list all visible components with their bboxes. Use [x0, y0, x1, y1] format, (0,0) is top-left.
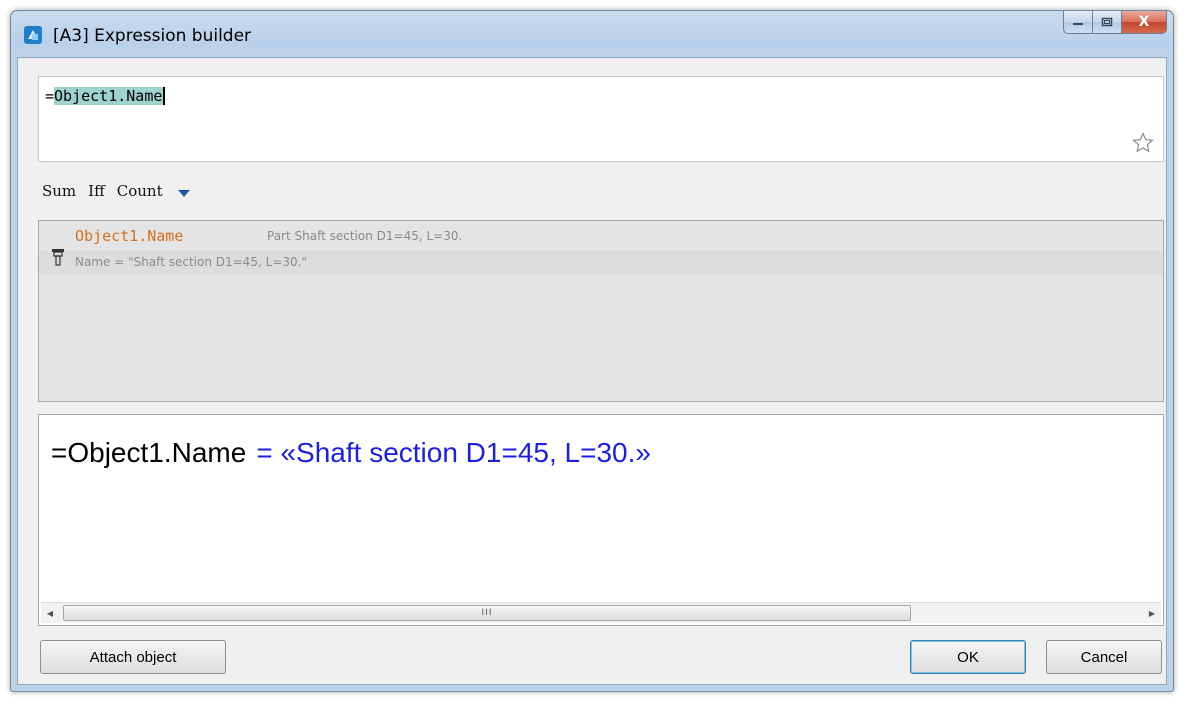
minimize-button[interactable] [1063, 11, 1093, 34]
star-icon[interactable] [1131, 131, 1155, 155]
expression-prefix: = [45, 87, 55, 105]
window-title: [A3] Expression builder [53, 26, 252, 46]
minimize-icon [1073, 23, 1083, 25]
function-sum[interactable]: Sum [42, 182, 76, 200]
ok-button[interactable]: OK [910, 640, 1026, 674]
expression-builder-window: [A3] Expression builder X =Object1.Name [10, 10, 1174, 692]
close-icon: X [1138, 14, 1150, 30]
maximize-icon [1101, 17, 1113, 27]
expression-text: =Object1.Name [45, 87, 166, 105]
preview-result: = «Shaft section D1=45, L=30.» [256, 437, 651, 468]
scroll-grip: III [481, 608, 493, 618]
scroll-thumb[interactable]: III [63, 605, 911, 621]
function-bar: Sum Iff Count [42, 180, 191, 202]
preview-expression: =Object1.Name [51, 437, 247, 468]
title-bar[interactable]: [A3] Expression builder X [11, 11, 1173, 57]
scroll-right-icon[interactable]: ▶ [1143, 603, 1161, 623]
expression-selection: Object1.Name [54, 87, 166, 105]
window-controls: X [1063, 11, 1167, 35]
expression-input[interactable]: =Object1.Name [38, 76, 1164, 162]
suggestion-name: Object1.Name [75, 227, 184, 245]
result-preview: =Object1.Name = «Shaft section D1=45, L=3… [38, 414, 1164, 626]
shaft-part-icon [52, 249, 64, 266]
suggestion-list: Object1.Name Part Shaft section D1=45, L… [38, 220, 1164, 402]
dropdown-arrow-icon[interactable] [177, 188, 191, 198]
function-iff[interactable]: Iff [88, 182, 105, 200]
function-count[interactable]: Count [117, 182, 163, 200]
dialog-body: =Object1.Name Sum Iff Count Object1.Name… [17, 57, 1167, 685]
suggestion-description: Part Shaft section D1=45, L=30. [267, 229, 463, 243]
suggestion-value: Name = "Shaft section D1=45, L=30." [75, 255, 307, 269]
maximize-button[interactable] [1093, 11, 1122, 34]
close-button[interactable]: X [1122, 11, 1167, 34]
cancel-button[interactable]: Cancel [1046, 640, 1162, 674]
suggestion-item[interactable]: Object1.Name Part Shaft section D1=45, L… [39, 221, 1163, 277]
scroll-left-icon[interactable]: ◀ [41, 603, 59, 623]
attach-object-button[interactable]: Attach object [40, 640, 226, 674]
preview-line: =Object1.Name = «Shaft section D1=45, L=3… [51, 437, 651, 469]
app-icon [24, 26, 42, 44]
horizontal-scrollbar[interactable]: ◀ III ▶ [41, 602, 1161, 623]
